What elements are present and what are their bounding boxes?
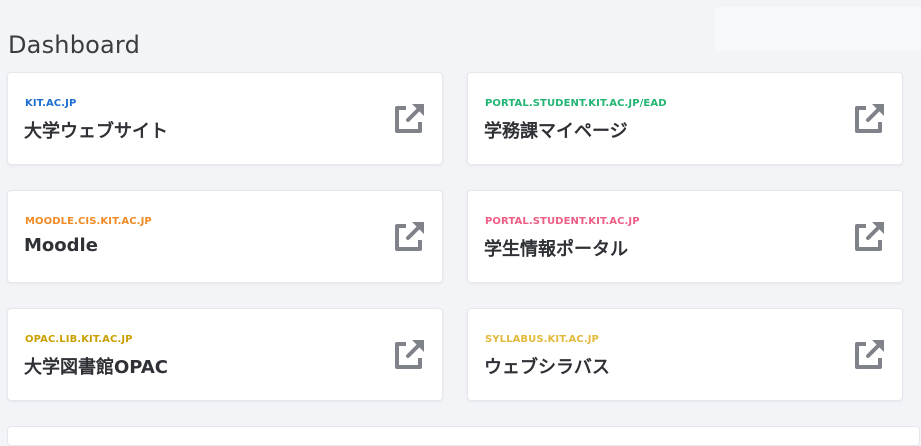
card-domain: OPAC.LIB.KIT.AC.JP — [25, 334, 133, 345]
card-domain: PORTAL.STUDENT.KIT.AC.JP — [485, 216, 640, 227]
card-title: Moodle — [24, 235, 98, 256]
external-link-icon[interactable] — [393, 219, 427, 253]
card-domain: KIT.AC.JP — [25, 98, 77, 109]
card-title: 学生情報ポータル — [484, 239, 628, 260]
link-card-library-opac[interactable]: OPAC.LIB.KIT.AC.JP 大学図書館OPAC — [7, 308, 443, 401]
page-title: Dashboard — [8, 31, 141, 60]
card-title: 学務課マイページ — [484, 121, 628, 142]
link-card-kit-website[interactable]: KIT.AC.JP 大学ウェブサイト — [7, 72, 443, 165]
card-title: ウェブシラバス — [484, 357, 610, 378]
link-card-web-syllabus[interactable]: SYLLABUS.KIT.AC.JP ウェブシラバス — [467, 308, 903, 401]
card-domain: PORTAL.STUDENT.KIT.AC.JP/EAD — [485, 98, 667, 109]
partial-card — [7, 426, 920, 446]
card-title: 大学図書館OPAC — [24, 357, 168, 378]
external-link-icon[interactable] — [853, 101, 887, 135]
external-link-icon[interactable] — [853, 337, 887, 371]
links-grid: KIT.AC.JP 大学ウェブサイト PORTAL.STUDENT.KIT.AC… — [7, 72, 903, 401]
link-card-moodle[interactable]: MOODLE.CIS.KIT.AC.JP Moodle — [7, 190, 443, 283]
card-domain: MOODLE.CIS.KIT.AC.JP — [25, 216, 152, 227]
top-bar-strip — [715, 7, 921, 51]
card-title: 大学ウェブサイト — [24, 121, 168, 142]
external-link-icon[interactable] — [393, 101, 427, 135]
external-link-icon[interactable] — [853, 219, 887, 253]
link-card-student-portal[interactable]: PORTAL.STUDENT.KIT.AC.JP 学生情報ポータル — [467, 190, 903, 283]
external-link-icon[interactable] — [393, 337, 427, 371]
card-domain: SYLLABUS.KIT.AC.JP — [485, 334, 599, 345]
link-card-academic-affairs[interactable]: PORTAL.STUDENT.KIT.AC.JP/EAD 学務課マイページ — [467, 72, 903, 165]
